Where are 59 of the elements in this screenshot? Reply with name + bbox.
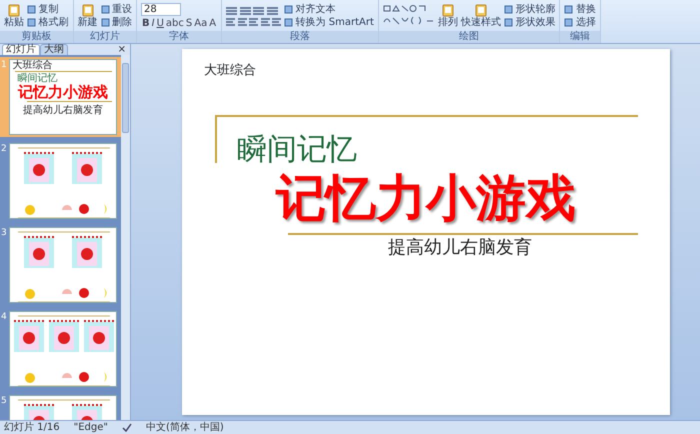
ribbon-group-label: 编辑 [560,31,600,43]
language-indicator[interactable]: 中文(简体，中国) [146,420,224,434]
slide-number: 2 [0,143,8,156]
slide-number: 1 [0,59,8,72]
scrollbar[interactable] [121,55,130,420]
ribbon-button[interactable]: 删除 [100,16,132,28]
small-square-icon [564,18,574,26]
format-button[interactable]: U [156,18,165,28]
thumbnail-header: 大班综合 [12,60,52,71]
slide-subtitle: 提高幼儿右脑发育 [388,236,532,256]
ribbon-group-label: 段落 [222,31,378,43]
ribbon-button[interactable]: 复制 [27,4,68,14]
small-square-icon [100,18,110,26]
pane-tab[interactable]: 幻灯片 [2,44,40,55]
spellcheck-icon [122,422,132,432]
theme-name: "Edge" [74,421,108,434]
thumbnail-subtitle: 提高幼儿右脑发育 [23,105,103,116]
slide-number: 5 [0,395,8,408]
slide-number: 3 [0,227,8,240]
ribbon-group-label: 字体 [137,31,222,43]
small-square-icon [100,4,110,14]
ribbon-button[interactable]: 粘贴 [4,4,24,28]
ribbon-group-label: 剪贴板 [0,31,72,43]
format-button[interactable]: S [184,18,194,28]
format-button[interactable]: abc [164,18,185,28]
slide-title: 瞬间记忆 [236,132,357,166]
close-button[interactable]: × [118,45,126,55]
thumbnail-main-title: 记忆力小游戏 [18,84,108,100]
ribbon-button[interactable]: 对齐文本 [284,4,374,14]
ribbon-button[interactable]: 排列 [438,4,458,28]
small-square-icon [564,4,574,14]
format-button[interactable]: I [150,18,156,28]
small-square-icon [284,4,294,14]
small-square-icon [27,18,36,26]
ribbon-button[interactable]: 新建 [78,4,98,28]
ribbon-button[interactable]: 重设 [100,4,132,14]
slide-counter: 幻灯片 1/16 [4,420,60,434]
pane-tab[interactable]: 大纲 [40,44,68,55]
slide-number: 4 [0,311,8,324]
format-button[interactable]: A [208,18,218,28]
ribbon-group-label: 绘图 [378,31,560,43]
slide-main-title: 记忆力小游戏 [276,168,576,226]
ribbon-button[interactable]: 格式刷 [27,16,68,28]
small-square-icon [504,18,513,26]
ribbon-button[interactable]: 转换为 SmartArt [284,16,374,28]
ribbon-button[interactable]: 形状效果 [504,16,556,28]
ribbon-button[interactable]: 快速样式 [460,4,501,28]
align-left-icon [226,16,236,26]
format-button[interactable]: B [141,18,151,28]
small-square-icon [27,4,36,14]
format-button[interactable]: Aa [193,18,208,28]
ribbon-button[interactable]: 形状轮廓 [504,4,556,14]
font-size-field[interactable]: 28 [141,2,181,16]
ribbon-button[interactable]: 选择 [564,16,596,28]
slide-header: 大班综合 [203,62,257,80]
small-square-icon [504,4,513,14]
ribbon-button[interactable]: 替换 [564,4,596,14]
ribbon-group-label: 幻灯片 [74,31,136,43]
small-square-icon [284,18,294,26]
